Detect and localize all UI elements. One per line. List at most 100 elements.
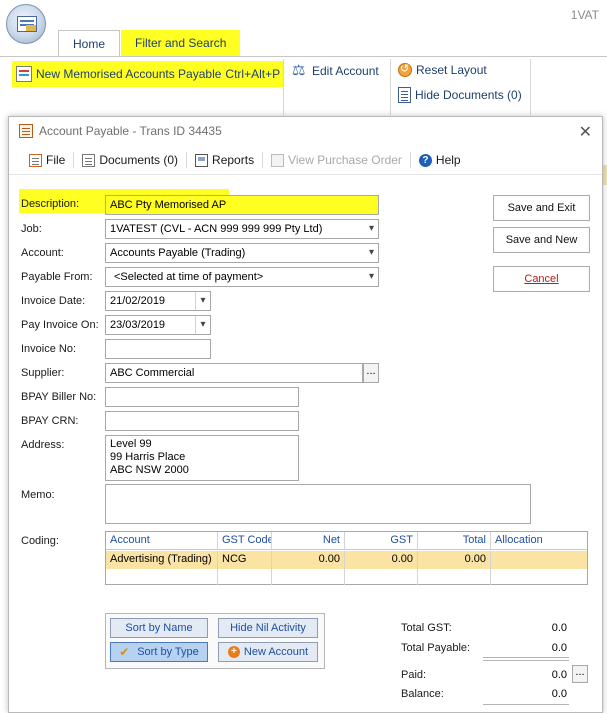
invoice-no-input[interactable] — [105, 339, 211, 359]
balance-label: Balance: — [401, 688, 444, 700]
dialog-title: Account Payable - Trans ID 34435 — [39, 124, 222, 138]
coding-grid[interactable]: Account GST Code Net GST Total Allocatio… — [105, 531, 588, 585]
cell-account[interactable]: Advertising (Trading) — [106, 551, 218, 569]
app-logo-icon — [17, 16, 37, 32]
reset-layout-button[interactable]: Reset Layout — [398, 62, 487, 77]
total-payable-value: 0.0 — [551, 642, 567, 654]
cell-allocation[interactable] — [491, 551, 587, 569]
column-header-total[interactable]: Total — [418, 532, 491, 549]
cell-gst[interactable]: 0.00 — [345, 551, 418, 569]
hide-documents-label: Hide Documents (0) — [415, 88, 522, 102]
cell-gst-code[interactable]: NCG — [218, 551, 272, 569]
sort-by-type-label: Sort by Type — [137, 646, 199, 658]
toolbar-divider — [409, 152, 411, 168]
paid-value: 0.0 — [551, 669, 567, 681]
bpay-biller-label: BPAY Biller No: — [21, 391, 97, 403]
tab-filter-and-search[interactable]: Filter and Search — [121, 30, 241, 56]
memo-textarea[interactable] — [105, 484, 531, 524]
plus-icon: + — [227, 646, 240, 659]
sort-panel: Sort by Name Hide Nil Activity Sort by T… — [105, 613, 325, 669]
reports-button[interactable]: Reports — [189, 153, 260, 167]
column-header-gst-code[interactable]: GST Code — [218, 532, 272, 549]
empty-cell[interactable] — [491, 569, 587, 585]
table-row-empty[interactable] — [106, 569, 587, 585]
reset-layout-label: Reset Layout — [416, 63, 487, 77]
save-and-exit-button[interactable]: Save and Exit — [493, 195, 590, 221]
reports-label: Reports — [212, 153, 255, 167]
job-select[interactable]: 1VATEST (CVL - ACN 999 999 999 Pty Ltd) — [105, 219, 379, 239]
table-row[interactable]: Advertising (Trading) NCG 0.00 0.00 0.00 — [106, 551, 587, 569]
description-input[interactable]: ABC Pty Memorised AP — [105, 195, 379, 215]
close-icon[interactable]: ✕ — [579, 122, 592, 141]
scales-icon — [292, 61, 308, 79]
address-label: Address: — [21, 439, 65, 451]
reports-icon — [195, 153, 209, 167]
file-label: File — [46, 153, 66, 167]
new-memorised-shortcut: Ctrl+Alt+P — [225, 67, 281, 81]
toolbar-divider — [186, 152, 188, 168]
bpay-biller-input[interactable] — [105, 387, 299, 407]
help-label: Help — [435, 153, 461, 167]
address-line: Level 99 — [110, 438, 152, 450]
description-label: Description: — [21, 198, 80, 210]
memo-label: Memo: — [21, 489, 55, 501]
invoice-no-label: Invoice No: — [21, 343, 77, 355]
dialog-title-bar: Account Payable - Trans ID 34435 — [9, 117, 602, 145]
address-textarea[interactable]: Level 99 99 Harris Place ABC NSW 2000 — [105, 435, 299, 481]
new-account-button[interactable]: + New Account — [218, 642, 318, 662]
app-menu-orb[interactable] — [6, 4, 46, 44]
totals-divider — [483, 657, 569, 658]
supplier-input[interactable]: ABC Commercial — [105, 363, 363, 383]
cell-total[interactable]: 0.00 — [418, 551, 491, 569]
file-icon — [29, 153, 42, 167]
documents-button[interactable]: Documents (0) — [76, 153, 184, 167]
empty-cell[interactable] — [272, 569, 345, 585]
edit-account-button[interactable]: Edit Account — [292, 61, 379, 79]
sort-by-type-button[interactable]: Sort by Type — [110, 642, 208, 662]
save-and-new-button[interactable]: Save and New — [493, 227, 590, 253]
column-header-gst[interactable]: GST — [345, 532, 418, 549]
documents-label: Documents (0) — [99, 153, 179, 167]
column-header-account[interactable]: Account — [106, 532, 218, 549]
purchase-order-icon — [271, 153, 285, 167]
dialog-toolbar: File Documents (0) Reports View Purchase… — [9, 149, 602, 171]
new-memorised-accounts-payable-button[interactable]: New Memorised Accounts Payable Ctrl+Alt+P — [12, 61, 285, 87]
coding-header-row: Account GST Code Net GST Total Allocatio… — [106, 532, 587, 550]
column-header-allocation[interactable]: Allocation — [491, 532, 587, 549]
empty-cell[interactable] — [418, 569, 491, 585]
view-purchase-order-button[interactable]: View Purchase Order — [265, 153, 408, 167]
paid-details-button[interactable]: ... — [572, 665, 588, 683]
cell-net[interactable]: 0.00 — [272, 551, 345, 569]
app-title: 1VAT — [570, 8, 599, 22]
address-line: ABC NSW 2000 — [110, 464, 189, 476]
balance-value: 0.0 — [551, 688, 567, 700]
documents-icon — [82, 153, 96, 167]
address-line: 99 Harris Place — [110, 451, 186, 463]
pay-invoice-on-picker[interactable]: 23/03/2019 — [105, 315, 211, 335]
file-menu[interactable]: File — [23, 153, 71, 167]
tab-home[interactable]: Home — [58, 30, 121, 56]
ribbon: New Memorised Accounts Payable Ctrl+Alt+P… — [0, 56, 607, 118]
coding-label: Coding: — [21, 535, 59, 547]
checkmark-icon — [119, 643, 133, 661]
bpay-crn-input[interactable] — [105, 411, 299, 431]
pay-invoice-on-label: Pay Invoice On: — [21, 319, 99, 331]
hide-documents-button[interactable]: Hide Documents (0) — [398, 87, 522, 103]
column-header-net[interactable]: Net — [272, 532, 345, 549]
invoice-date-picker[interactable]: 21/02/2019 — [105, 291, 211, 311]
help-button[interactable]: ? Help — [413, 153, 467, 167]
cancel-button[interactable]: Cancel — [493, 266, 590, 292]
sort-by-name-button[interactable]: Sort by Name — [110, 618, 208, 638]
empty-cell[interactable] — [218, 569, 272, 585]
account-select[interactable]: Accounts Payable (Trading) — [105, 243, 379, 263]
supplier-lookup-button[interactable]: ... — [363, 363, 379, 383]
new-memorised-label: New Memorised Accounts Payable — [36, 67, 222, 81]
account-payable-dialog: Account Payable - Trans ID 34435 ✕ File … — [8, 116, 603, 713]
ribbon-divider — [390, 59, 391, 115]
empty-cell[interactable] — [345, 569, 418, 585]
help-icon: ? — [418, 153, 432, 167]
bpay-crn-label: BPAY CRN: — [21, 415, 79, 427]
hide-nil-activity-button[interactable]: Hide Nil Activity — [218, 618, 318, 638]
payable-from-select[interactable]: <Selected at time of payment> — [105, 267, 379, 287]
empty-cell[interactable] — [106, 569, 218, 585]
